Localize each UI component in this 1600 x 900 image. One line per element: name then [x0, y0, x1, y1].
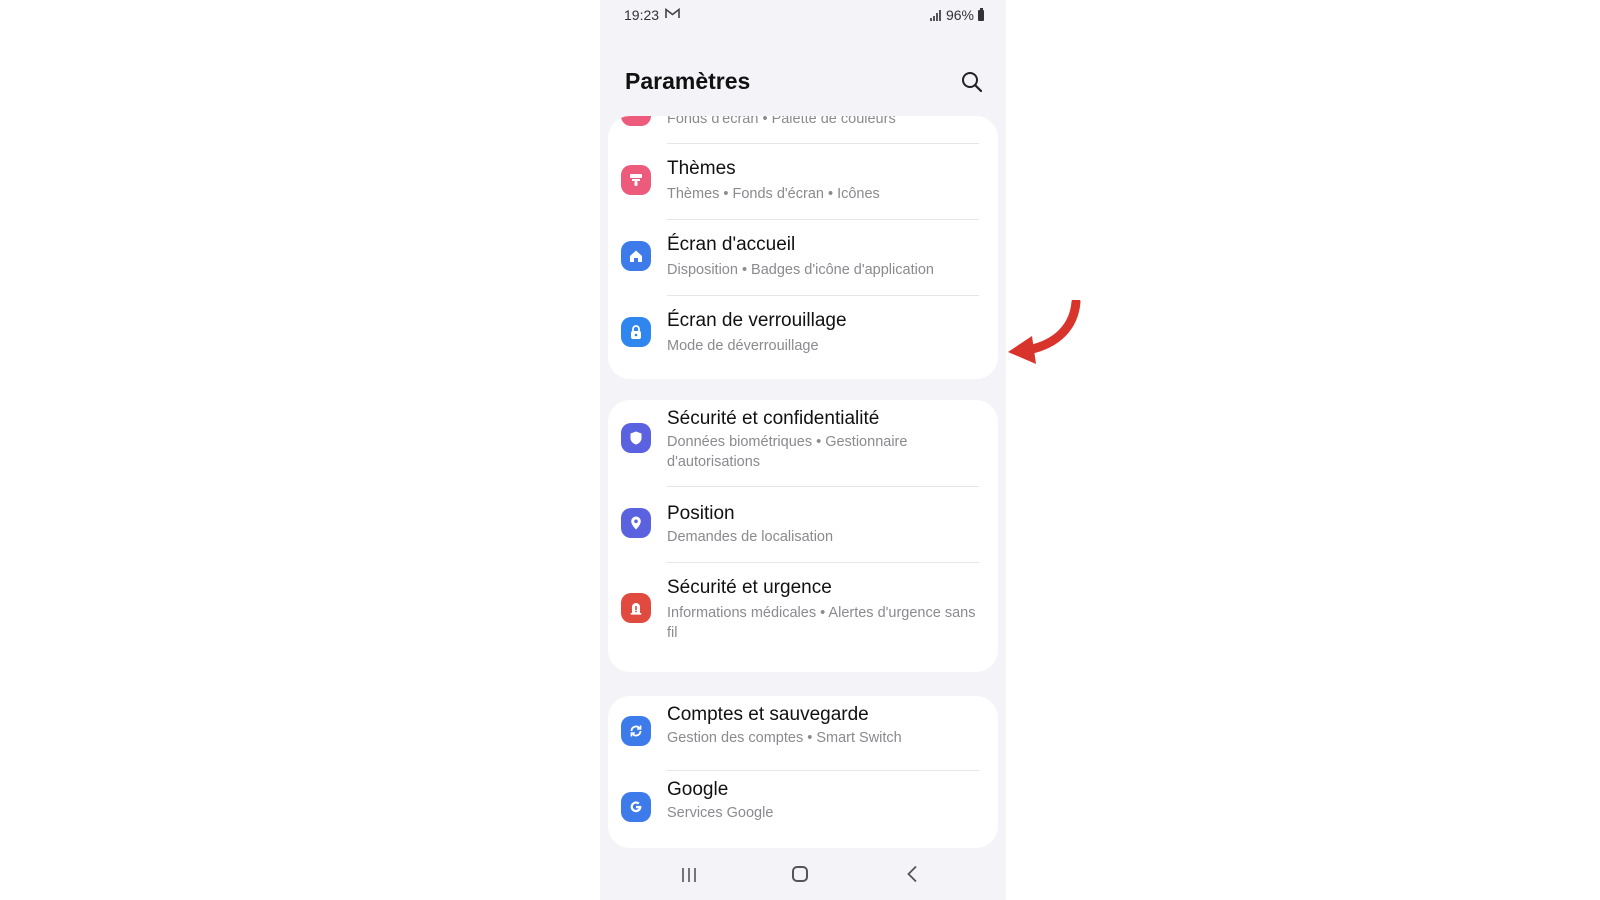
google-icon [621, 792, 651, 822]
settings-item-themes[interactable]: Thèmes Thèmes • Fonds d'écran • Icônes [608, 144, 998, 220]
settings-group-display: Fonds d'écran • Palette de couleurs Thèm… [608, 116, 998, 379]
settings-item-subtitle: Informations médicales • Alertes d'urgen… [667, 605, 976, 641]
settings-item-title: Écran d'accueil [667, 234, 796, 255]
emergency-icon [621, 593, 651, 623]
settings-item-subtitle: Données biométriques • Gestionnaire d'au… [667, 434, 908, 470]
page-title: Paramètres [625, 68, 751, 94]
settings-item-title: Comptes et sauvegarde [667, 704, 869, 725]
sync-icon [621, 716, 651, 746]
lock-icon [621, 317, 651, 347]
phone-screen: 19:23 96% Paramètres Fonds d'écran • Pal… [600, 0, 1006, 900]
settings-item-subtitle: Mode de déverrouillage [667, 338, 819, 354]
location-pin-icon [621, 508, 651, 538]
wallpaper-icon [621, 116, 651, 126]
home-button-icon[interactable] [792, 866, 808, 882]
shield-icon [621, 423, 651, 453]
settings-item-google[interactable]: Google Services Google [608, 771, 998, 848]
signal-icon [929, 9, 942, 21]
settings-item-home-screen[interactable]: Écran d'accueil Disposition • Badges d'i… [608, 220, 998, 296]
settings-item-security-privacy[interactable]: Sécurité et confidentialité Données biom… [608, 400, 998, 495]
settings-item-title: Écran de verrouillage [667, 310, 847, 331]
battery-icon [978, 7, 984, 21]
settings-item-accounts-backup[interactable]: Comptes et sauvegarde Gestion des compte… [608, 696, 998, 771]
status-right: 96% [929, 7, 984, 23]
red-arrow-annotation-icon [1008, 300, 1081, 364]
settings-item-title: Sécurité et confidentialité [667, 408, 880, 429]
settings-item-safety-emergency[interactable]: Sécurité et urgence Informations médical… [608, 563, 998, 663]
back-icon[interactable] [906, 865, 918, 888]
settings-item-title: Google [667, 779, 729, 800]
search-icon[interactable] [960, 70, 984, 94]
settings-item-title: Thèmes [667, 158, 736, 179]
gmail-icon [665, 7, 680, 22]
settings-item-subtitle: Thèmes • Fonds d'écran • Icônes [667, 186, 880, 202]
navigation-bar [600, 855, 1006, 900]
settings-item-title: Sécurité et urgence [667, 577, 832, 598]
themes-icon [621, 165, 651, 195]
battery-percent: 96% [945, 7, 974, 23]
status-bar: 19:23 96% [600, 0, 1006, 30]
settings-group-accounts: Comptes et sauvegarde Gestion des compte… [608, 696, 998, 848]
settings-item-subtitle: Demandes de localisation [667, 529, 834, 545]
settings-item-position[interactable]: Position Demandes de localisation [608, 487, 998, 563]
status-time: 19:23 [624, 7, 660, 23]
recent-apps-icon[interactable] [680, 867, 698, 888]
settings-item-wallpaper-partial[interactable]: Fonds d'écran • Palette de couleurs [608, 116, 998, 143]
app-header: Paramètres [600, 60, 1006, 104]
settings-item-lock-screen[interactable]: Écran de verrouillage Mode de déverrouil… [608, 296, 998, 372]
settings-group-security: Sécurité et confidentialité Données biom… [608, 400, 998, 672]
home-icon [621, 241, 651, 271]
settings-item-subtitle: Disposition • Badges d'icône d'applicati… [667, 262, 934, 278]
settings-item-subtitle: Services Google [667, 805, 774, 821]
settings-item-subtitle: Fonds d'écran • Palette de couleurs [667, 116, 896, 127]
settings-item-subtitle: Gestion des comptes • Smart Switch [667, 730, 902, 746]
settings-item-title: Position [667, 503, 735, 524]
